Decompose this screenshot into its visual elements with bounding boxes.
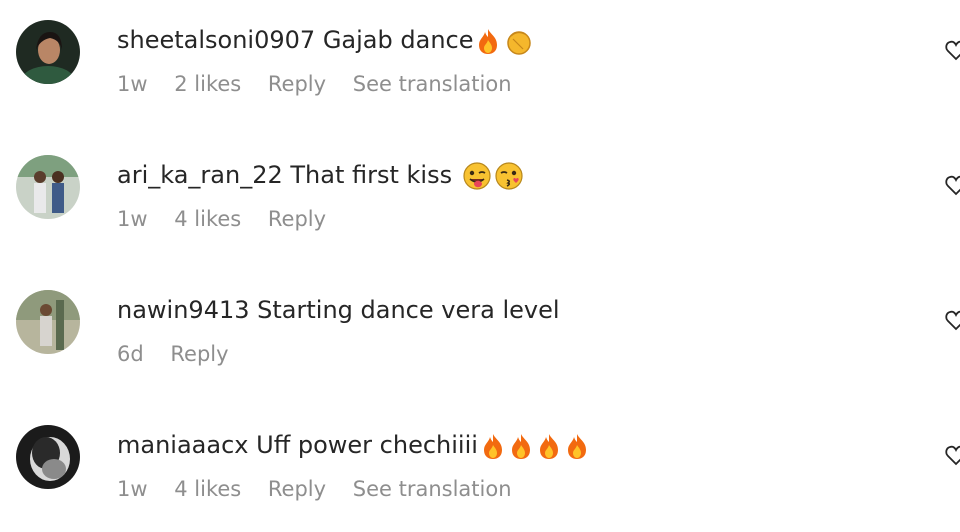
comment-line: ari_ka_ran_22 That first kiss xyxy=(117,155,524,195)
heart-icon[interactable] xyxy=(944,443,960,467)
comment-text: Uff power chechiiii xyxy=(256,431,478,459)
reply-button[interactable]: Reply xyxy=(268,207,326,231)
fire-emoji xyxy=(480,432,506,460)
heart-icon[interactable] xyxy=(944,173,960,197)
comment-item: nawin9413 Starting dance vera level 6d R… xyxy=(0,270,960,380)
comment-meta: 1w 4 likes Reply See translation xyxy=(117,475,532,503)
fire-emoji xyxy=(536,432,562,460)
comment-time: 1w xyxy=(117,477,148,501)
tongue-face-emoji xyxy=(462,161,492,191)
comment-time: 1w xyxy=(117,207,148,231)
comment-username[interactable]: ari_ka_ran_22 xyxy=(117,161,283,189)
clap-emoji xyxy=(503,26,533,56)
comment-text: Starting dance vera level xyxy=(257,296,560,324)
reply-button[interactable]: Reply xyxy=(170,342,228,366)
avatar[interactable] xyxy=(16,155,80,219)
reply-button[interactable]: Reply xyxy=(268,72,326,96)
comment-username[interactable]: sheetalsoni0907 xyxy=(117,26,315,54)
see-translation-button[interactable]: See translation xyxy=(353,72,512,96)
comment-text: That first kiss xyxy=(290,161,453,189)
comment-text: Gajab dance xyxy=(322,26,474,54)
avatar[interactable] xyxy=(16,425,80,489)
comment-line: maniaaacx Uff power chechiiii xyxy=(117,425,590,465)
comment-likes[interactable]: 4 likes xyxy=(174,207,241,231)
comment-time: 6d xyxy=(117,342,144,366)
comment-meta: 1w 2 likes Reply See translation xyxy=(117,70,532,98)
comment-line: sheetalsoni0907 Gajab dance xyxy=(117,20,533,60)
heart-icon[interactable] xyxy=(944,308,960,332)
comment-username[interactable]: nawin9413 xyxy=(117,296,250,324)
comment-item: sheetalsoni0907 Gajab dance 1w 2 likes R… xyxy=(0,0,960,110)
wink-kiss-face-emoji xyxy=(494,161,524,191)
comment-time: 1w xyxy=(117,72,148,96)
comment-item: ari_ka_ran_22 That first kiss 1w 4 likes… xyxy=(0,135,960,245)
see-translation-button[interactable]: See translation xyxy=(353,477,512,501)
comment-line: nawin9413 Starting dance vera level xyxy=(117,290,560,330)
avatar[interactable] xyxy=(16,20,80,84)
comment-likes[interactable]: 4 likes xyxy=(174,477,241,501)
fire-emoji xyxy=(475,27,501,55)
comments-list: sheetalsoni0907 Gajab dance 1w 2 likes R… xyxy=(0,0,960,532)
reply-button[interactable]: Reply xyxy=(268,477,326,501)
heart-icon[interactable] xyxy=(944,38,960,62)
fire-emoji xyxy=(508,432,534,460)
fire-emoji xyxy=(564,432,590,460)
comment-item: maniaaacx Uff power chechiiii 1w 4 likes… xyxy=(0,405,960,515)
comment-meta: 1w 4 likes Reply xyxy=(117,205,346,233)
comment-username[interactable]: maniaaacx xyxy=(117,431,248,459)
comment-meta: 6d Reply xyxy=(117,340,249,368)
comment-likes[interactable]: 2 likes xyxy=(174,72,241,96)
avatar[interactable] xyxy=(16,290,80,354)
